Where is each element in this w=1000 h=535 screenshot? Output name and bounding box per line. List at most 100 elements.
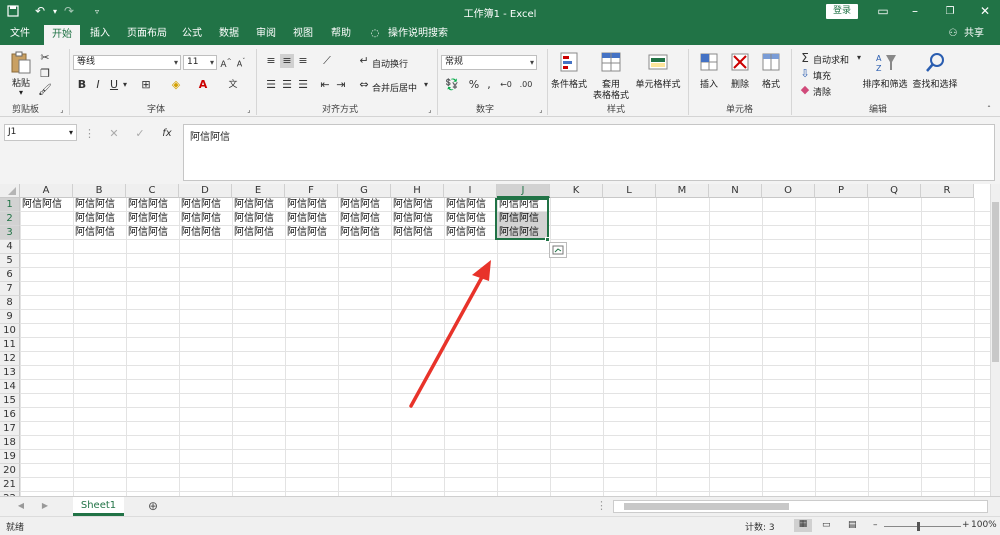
underline-button[interactable]: U: [108, 78, 120, 92]
tab-view[interactable]: 视图: [287, 23, 319, 45]
page-layout-icon[interactable]: ▭: [822, 520, 831, 530]
zoom-out-icon[interactable]: –: [873, 520, 878, 530]
scroll-left-icon[interactable]: ◀: [16, 499, 26, 513]
restore-icon[interactable]: ❐: [941, 3, 959, 20]
enter-icon[interactable]: ✓: [134, 127, 146, 141]
tab-page-layout[interactable]: 页面布局: [122, 23, 172, 45]
currency-icon[interactable]: 💱: [443, 78, 461, 92]
decrease-indent-icon[interactable]: ⇤: [318, 78, 332, 92]
fill-button[interactable]: 填充: [813, 69, 837, 82]
sort-filter-icon[interactable]: AZ: [875, 51, 897, 73]
add-sheet-button[interactable]: ⊕: [146, 499, 160, 513]
phonetic-icon[interactable]: 文: [226, 78, 240, 92]
normal-view-icon[interactable]: ▦: [794, 519, 812, 532]
autosum-icon[interactable]: Σ: [799, 51, 811, 65]
tab-insert[interactable]: 插入: [84, 23, 116, 45]
insert-function-icon[interactable]: fx: [160, 127, 174, 141]
cut-icon[interactable]: ✂: [38, 51, 52, 65]
collapse-ribbon-icon[interactable]: ˆ: [984, 103, 994, 117]
page-break-icon[interactable]: ▤: [848, 520, 857, 530]
login-button[interactable]: 登录: [826, 4, 858, 19]
align-left-icon[interactable]: ☰: [264, 78, 278, 92]
conditional-format-button[interactable]: 条件格式: [549, 77, 589, 90]
cell-styles-icon[interactable]: [647, 51, 669, 73]
tab-help[interactable]: 帮助: [325, 23, 357, 45]
fill-color-icon[interactable]: ◈: [169, 78, 183, 92]
find-select-icon[interactable]: [924, 51, 946, 73]
comma-button[interactable]: ,: [484, 78, 494, 92]
zoom-slider[interactable]: [884, 526, 961, 527]
insert-cells-icon[interactable]: [698, 51, 720, 73]
zoom-in-icon[interactable]: +: [962, 520, 970, 530]
decrease-decimal-icon[interactable]: .00: [518, 78, 534, 92]
horizontal-scrollbar[interactable]: [613, 500, 988, 513]
border-icon[interactable]: ⊞: [139, 78, 153, 92]
ribbon-display-icon[interactable]: ▭: [874, 3, 892, 20]
copy-icon[interactable]: ❐: [38, 67, 52, 81]
number-format-select[interactable]: 常规 ▾: [441, 55, 537, 70]
merge-dropdown-icon[interactable]: ▾: [422, 78, 430, 92]
format-cells-button[interactable]: 格式: [759, 77, 783, 90]
clipboard-launcher-icon[interactable]: ⌟: [58, 103, 66, 117]
align-center-icon[interactable]: ☰: [280, 78, 294, 92]
increase-decimal-icon[interactable]: ←0: [498, 78, 514, 92]
italic-button[interactable]: I: [92, 78, 104, 92]
tab-file[interactable]: 文件: [4, 23, 36, 45]
paste-dropdown-icon[interactable]: ▾: [16, 88, 26, 97]
name-box[interactable]: J1 ▾: [4, 124, 77, 141]
paste-icon[interactable]: [10, 51, 32, 74]
cancel-icon[interactable]: ✕: [108, 127, 120, 141]
tab-data[interactable]: 数据: [213, 23, 245, 45]
font-name-select[interactable]: 等线 ▾: [73, 55, 181, 70]
autosum-button[interactable]: 自动求和: [813, 53, 853, 66]
increase-indent-icon[interactable]: ⇥: [334, 78, 348, 92]
format-painter-icon[interactable]: 🖌: [38, 83, 52, 97]
minimize-icon[interactable]: –: [906, 3, 924, 20]
format-as-table-label2[interactable]: 表格格式: [589, 88, 633, 101]
zoom-level[interactable]: 100%: [971, 520, 997, 530]
underline-dropdown-icon[interactable]: ▾: [121, 78, 129, 92]
align-top-icon[interactable]: ≡: [264, 54, 278, 68]
fill-icon[interactable]: ⇩: [799, 67, 811, 81]
delete-cells-button[interactable]: 删除: [728, 77, 752, 90]
find-select-button[interactable]: 查找和选择: [910, 77, 960, 90]
sheet-tab-sheet1[interactable]: Sheet1: [73, 497, 124, 516]
delete-cells-icon[interactable]: [729, 51, 751, 73]
align-middle-icon[interactable]: ≡: [280, 54, 294, 68]
align-bottom-icon[interactable]: ≡: [296, 54, 310, 68]
zoom-thumb[interactable]: [917, 522, 920, 531]
splitter-dots-icon[interactable]: ⋮: [596, 499, 607, 513]
tell-me-search[interactable]: 操作说明搜索: [388, 23, 448, 45]
increase-font-icon[interactable]: A^: [220, 55, 232, 72]
format-cells-icon[interactable]: [760, 51, 782, 73]
merge-center-button[interactable]: 合并后居中: [372, 81, 422, 94]
formula-input[interactable]: 阿信阿信: [183, 124, 995, 181]
cell-styles-button[interactable]: 单元格样式: [633, 77, 683, 90]
number-launcher-icon[interactable]: ⌟: [537, 103, 545, 117]
clear-button[interactable]: 清除: [813, 85, 837, 98]
wrap-text-icon[interactable]: ↵: [357, 54, 371, 68]
font-size-select[interactable]: 11 ▾: [183, 55, 217, 70]
share-icon[interactable]: ⚇: [945, 23, 961, 45]
orientation-icon[interactable]: ⟋: [318, 54, 336, 68]
vertical-scrollbar[interactable]: [990, 184, 1000, 496]
decrease-font-icon[interactable]: Aˇ: [235, 55, 247, 72]
percent-button[interactable]: %: [468, 78, 480, 92]
alignment-launcher-icon[interactable]: ⌟: [426, 103, 434, 117]
tab-formulas[interactable]: 公式: [176, 23, 208, 45]
bold-button[interactable]: B: [76, 78, 88, 92]
share-button[interactable]: 共享: [962, 23, 986, 45]
insert-cells-button[interactable]: 插入: [697, 77, 721, 90]
tab-home[interactable]: 开始: [44, 25, 80, 45]
wrap-text-button[interactable]: 自动换行: [372, 57, 412, 70]
font-launcher-icon[interactable]: ⌟: [245, 103, 253, 117]
format-as-table-icon[interactable]: [600, 51, 622, 73]
merge-center-icon[interactable]: ⇔: [357, 78, 371, 92]
tab-review[interactable]: 审阅: [250, 23, 282, 45]
clear-icon[interactable]: ◆: [799, 83, 811, 97]
sort-filter-button[interactable]: 排序和筛选: [862, 77, 908, 90]
scroll-right-icon[interactable]: ▶: [40, 499, 50, 513]
font-color-icon[interactable]: A: [196, 78, 210, 92]
align-right-icon[interactable]: ☰: [296, 78, 310, 92]
autosum-dropdown-icon[interactable]: ▾: [855, 51, 863, 65]
